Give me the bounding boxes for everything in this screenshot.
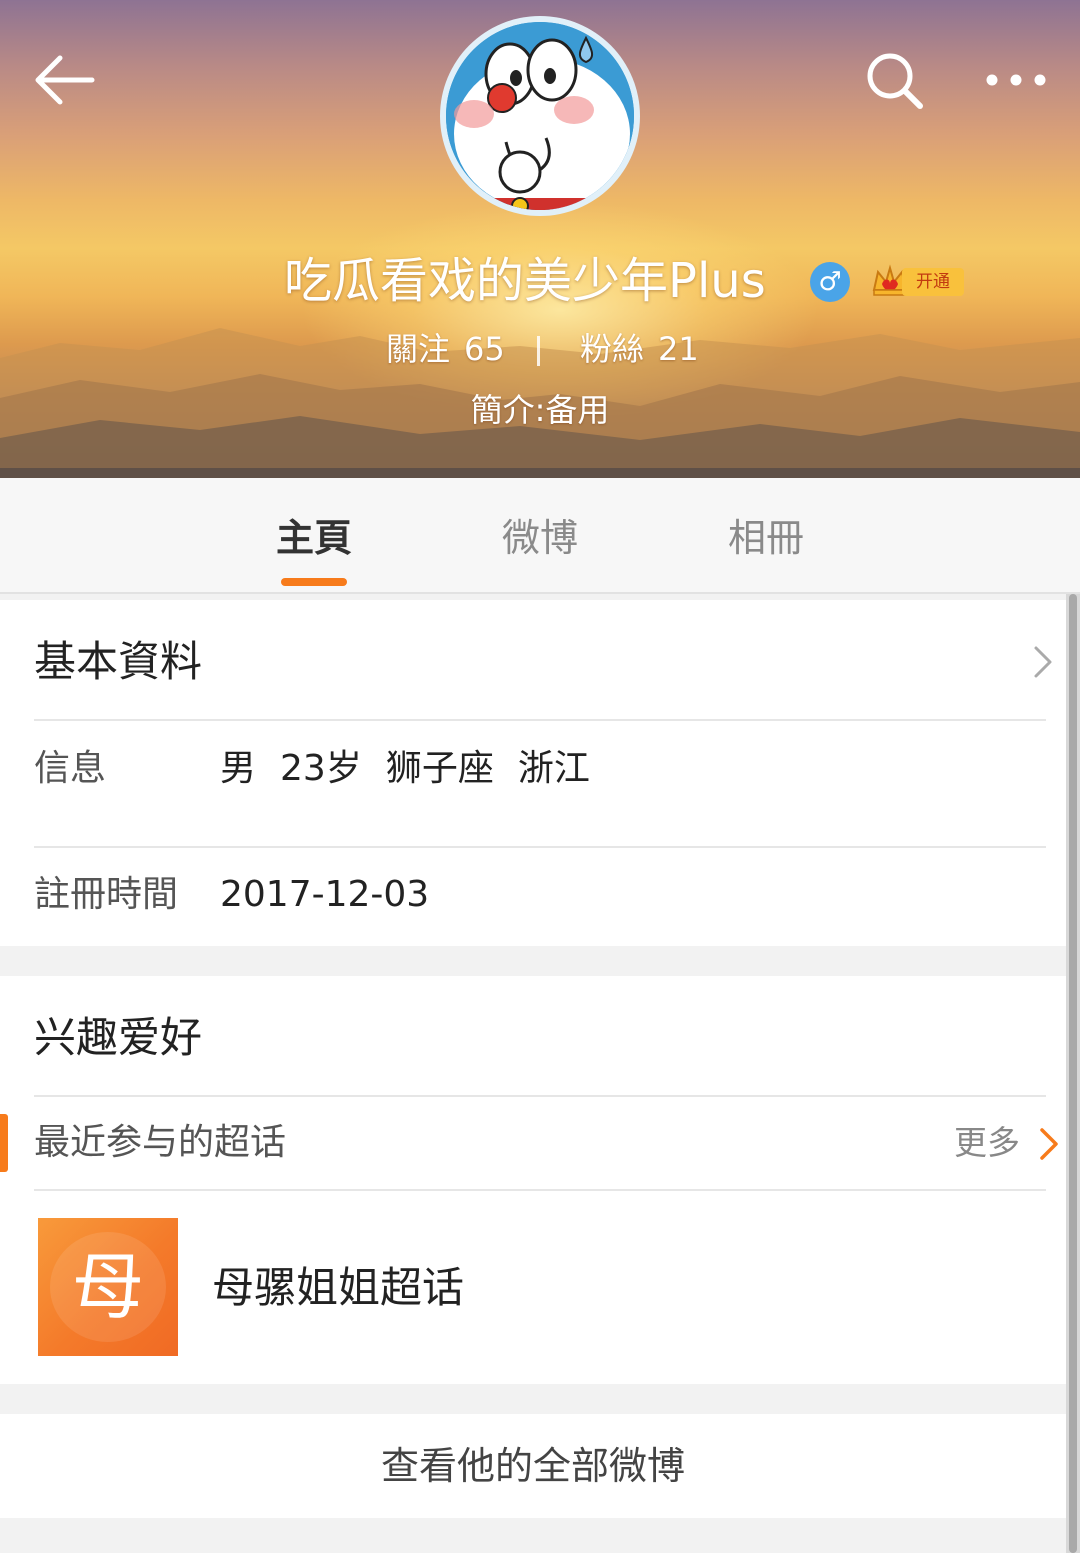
more-button[interactable] [982,58,1052,102]
followers-stat[interactable]: 粉絲 21 [580,326,699,372]
back-button[interactable] [30,50,96,110]
vip-label: 开通 [902,268,964,296]
following-label: 關注 [386,330,451,368]
divider [34,1095,1046,1097]
gender-value: 男 [220,748,257,789]
male-icon: ♂ [810,262,850,302]
register-value: 2017-12-03 [220,874,430,915]
interests-title: 兴趣爱好 [34,1013,203,1062]
basic-info-card: 基本資料 信息 男 23岁 狮子座 浙江 註冊時間 2017-12-03 [0,600,1066,946]
divider [34,846,1046,848]
divider [34,1189,1046,1191]
interests-card: 兴趣爱好 最近参与的超话 更多 母 母骡姐姐超话 [0,976,1066,1384]
topic-item[interactable]: 母 母骡姐姐超话 [0,1192,1066,1384]
info-label: 信息 [34,748,107,789]
view-all-weibo-button[interactable]: 查看他的全部微博 [0,1436,1066,1496]
register-label: 註冊時間 [34,874,179,915]
chevron-right-icon [1034,646,1052,678]
divider [34,719,1046,721]
basic-info-title: 基本資料 [34,637,203,686]
vip-badge[interactable]: 开通 [870,260,966,300]
name-row: 吃瓜看戏的美少年Plus ♂ 开通 [0,252,1080,312]
tab-home[interactable]: 主頁 [264,508,364,568]
scrollbar[interactable] [1066,594,1080,1553]
topic-name: 母骡姐姐超话 [212,1263,465,1312]
topic-thumb-char: 母 [71,1245,144,1329]
following-count: 65 [464,330,505,368]
profile-header: 吃瓜看戏的美少年Plus ♂ 开通 關注 65 粉絲 21 簡介:备用 [0,0,1080,478]
mountain-silhouette [0,328,1080,478]
following-stat[interactable]: 關注 65 [386,326,505,372]
chevron-right-orange-icon[interactable] [1038,1126,1060,1162]
recent-topics-row[interactable]: 最近参与的超话 更多 [0,1098,1066,1188]
topic-accent-bar [0,1114,8,1172]
active-tab-indicator [281,578,347,586]
stats-divider [537,336,540,366]
username: 吃瓜看戏的美少年Plus [284,253,766,309]
tab-weibo[interactable]: 微博 [488,508,592,568]
bio: 簡介:备用 [470,391,610,429]
location-value: 浙江 [517,748,590,789]
search-button[interactable] [862,48,928,114]
followers-count: 21 [658,330,699,368]
zodiac-value: 狮子座 [385,748,494,789]
avatar-cartoon-icon [446,22,634,210]
basic-info-header[interactable]: 基本資料 [0,600,1066,720]
follow-stats: 關注 65 粉絲 21 [0,326,1080,372]
profile-tabs: 主頁 微博 相冊 [0,478,1080,594]
age-value: 23岁 [280,748,362,789]
recent-topics-label: 最近参与的超话 [34,1122,287,1163]
view-all-card: 查看他的全部微博 [0,1414,1066,1518]
avatar[interactable] [440,16,640,216]
tab-album[interactable]: 相冊 [714,508,818,568]
back-arrow-icon [35,55,95,105]
more-link[interactable]: 更多 [954,1118,1020,1168]
scrollbar-thumb[interactable] [1069,594,1077,1553]
search-icon [867,53,923,109]
more-dots-icon [986,74,1046,86]
info-values: 男 23岁 狮子座 浙江 [220,744,614,794]
topic-thumbnail: 母 [38,1218,178,1356]
followers-label: 粉絲 [580,330,645,368]
